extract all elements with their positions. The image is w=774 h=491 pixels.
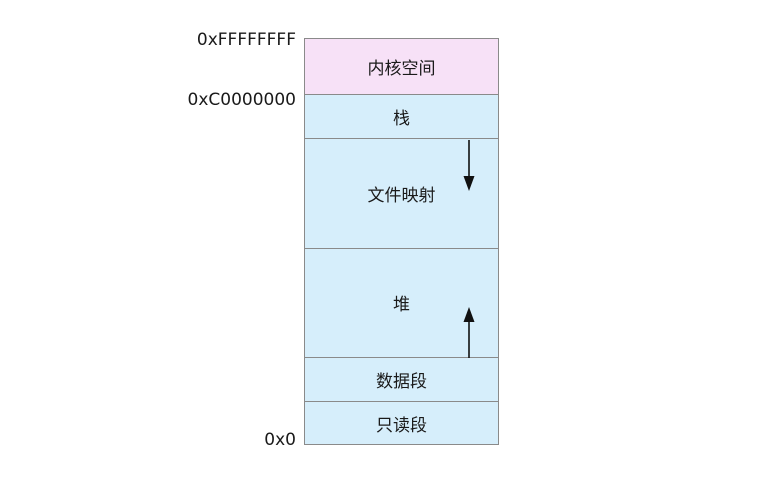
segment-heap: 堆 bbox=[304, 249, 499, 358]
memory-layout-diagram: 0xFFFFFFFF 0xC0000000 0x0 内核空间 栈 文件映射 堆 … bbox=[0, 0, 774, 491]
segment-heap-label: 堆 bbox=[393, 294, 410, 315]
address-label-kernel-start: 0xC0000000 bbox=[187, 90, 296, 110]
segment-stack: 栈 bbox=[304, 95, 499, 139]
segment-kernel-space-label: 内核空间 bbox=[367, 59, 436, 79]
segment-kernel-space: 内核空间 bbox=[304, 38, 499, 95]
segment-file-mapping: 文件映射 bbox=[304, 139, 499, 249]
segment-data: 数据段 bbox=[304, 358, 499, 402]
segment-file-mapping-label: 文件映射 bbox=[367, 186, 436, 206]
address-label-zero: 0x0 bbox=[264, 430, 296, 450]
segment-stack-label: 栈 bbox=[393, 109, 410, 129]
address-label-top: 0xFFFFFFFF bbox=[196, 30, 296, 50]
segment-data-label: 数据段 bbox=[376, 372, 427, 392]
segment-readonly-label: 只读段 bbox=[376, 415, 427, 436]
segment-readonly: 只读段 bbox=[304, 402, 499, 445]
